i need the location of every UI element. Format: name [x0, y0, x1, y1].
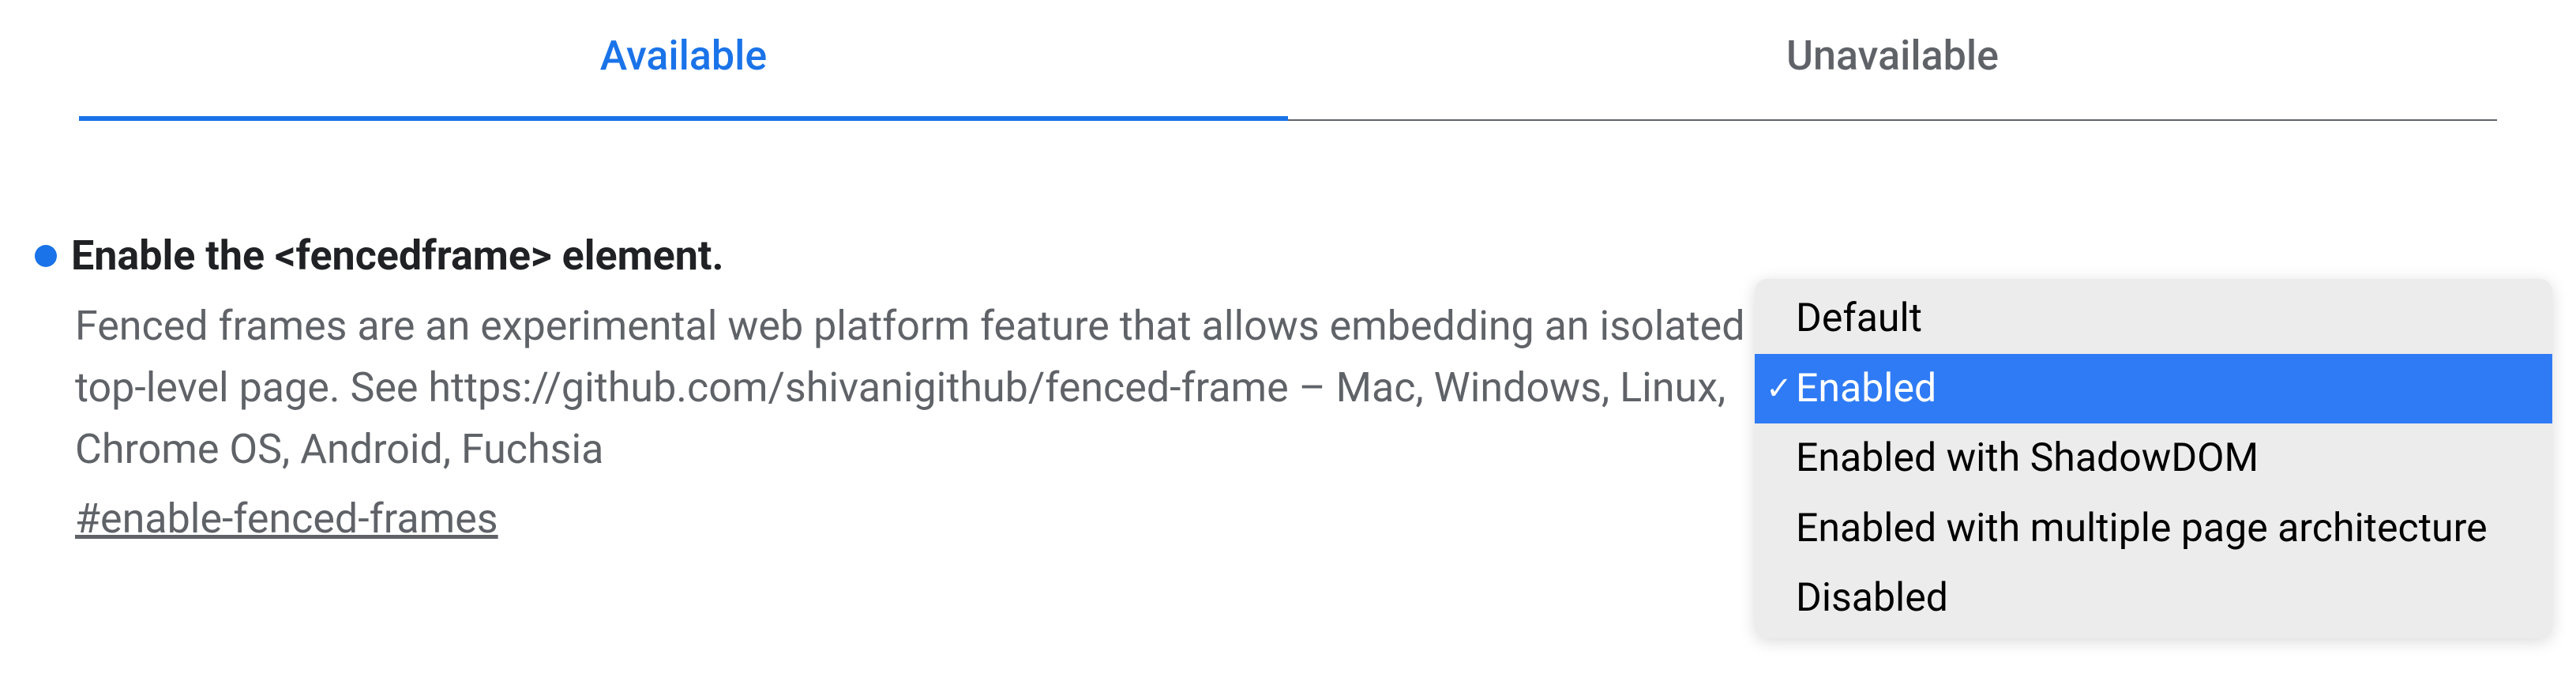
tab-available[interactable]: Available: [79, 0, 1288, 119]
flag-header: Enable the <fencedframe> element.: [32, 231, 2529, 280]
dropdown-option-enabled[interactable]: ✓ Enabled: [1755, 354, 2552, 424]
dropdown-option-enabled-mpa[interactable]: Enabled with multiple page architecture: [1755, 494, 2552, 564]
dropdown-option-default[interactable]: Default: [1755, 284, 2552, 354]
dropdown-option-label: Default: [1796, 295, 1922, 341]
dropdown-option-disabled[interactable]: Disabled: [1755, 563, 2552, 634]
flag-title: Enable the <fencedframe> element.: [71, 231, 724, 280]
check-icon: ✓: [1766, 366, 1793, 412]
dropdown-option-enabled-shadowdom[interactable]: Enabled with ShadowDOM: [1755, 423, 2552, 494]
dropdown-option-label: Enabled: [1796, 366, 1936, 412]
flag-body: Fenced frames are an experimental web pl…: [75, 295, 1765, 543]
flag-item: Enable the <fencedframe> element. Fenced…: [32, 231, 2529, 543]
modified-indicator-icon: [35, 245, 57, 267]
tab-unavailable[interactable]: Unavailable: [1288, 0, 2497, 119]
flag-state-dropdown[interactable]: Default ✓ Enabled Enabled with ShadowDOM…: [1755, 279, 2552, 638]
flag-description: Fenced frames are an experimental web pl…: [75, 295, 1765, 480]
dropdown-option-label: Enabled with ShadowDOM: [1796, 435, 2259, 481]
tabs-bar: Available Unavailable: [79, 0, 2497, 121]
tab-available-label: Available: [600, 32, 768, 80]
tab-unavailable-label: Unavailable: [1786, 32, 1999, 80]
dropdown-option-label: Disabled: [1796, 575, 1948, 621]
dropdown-option-label: Enabled with multiple page architecture: [1796, 506, 2488, 551]
flag-anchor-link[interactable]: #enable-fenced-frames: [75, 495, 498, 543]
